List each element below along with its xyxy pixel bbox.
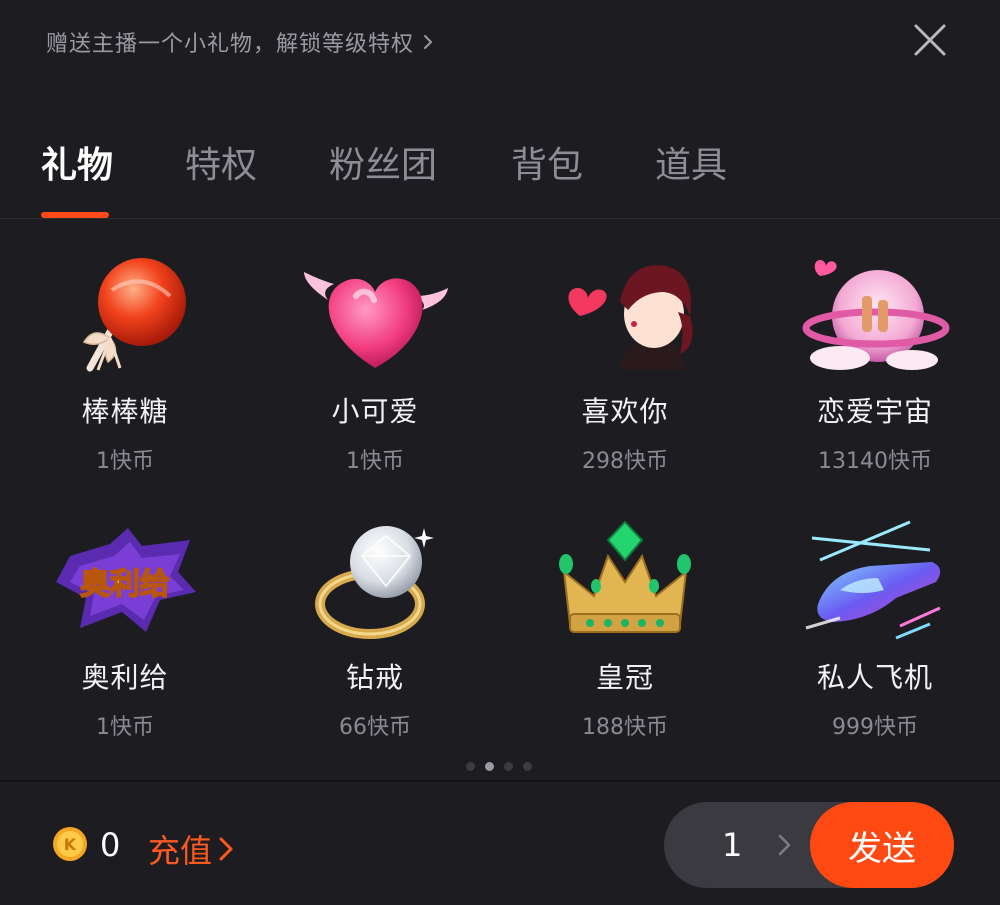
lollipop-icon — [82, 258, 186, 372]
page-dot[interactable] — [523, 762, 532, 771]
tab-backpack[interactable]: 背包 — [511, 136, 583, 188]
gift-price: 188快币 — [582, 715, 668, 740]
kuaibi-coin-icon: K — [53, 827, 87, 861]
gift-name: 私人飞机 — [816, 661, 933, 694]
gift-item-aoligei[interactable]: 奥利给 奥利给 1快币 — [0, 506, 250, 756]
quantity-chevron-icon[interactable] — [776, 832, 794, 858]
winged-heart-icon — [304, 272, 448, 368]
gift-name: 奥利给 — [81, 661, 169, 694]
gift-price: 13140快币 — [818, 449, 932, 474]
gift-item-little-cute[interactable]: 小可爱 1快币 — [250, 240, 500, 490]
send-button[interactable]: 发送 — [810, 802, 954, 888]
gift-price: 1快币 — [96, 715, 154, 740]
tab-gifts[interactable]: 礼物 — [41, 136, 113, 188]
page-indicator — [466, 762, 532, 771]
gift-item-like-you[interactable]: 喜欢你 298快币 — [500, 240, 750, 490]
gift-item-crown[interactable]: 皇冠 188快币 — [500, 506, 750, 756]
gift-name: 恋爱宇宙 — [816, 395, 933, 428]
diamond-ring-icon — [315, 526, 434, 639]
page-dot-active[interactable] — [485, 762, 494, 771]
coin-letter: K — [64, 835, 77, 854]
tab-props[interactable]: 道具 — [655, 136, 727, 188]
gift-name: 棒棒糖 — [81, 395, 169, 428]
gift-item-lollipop[interactable]: 棒棒糖 1快币 — [0, 240, 250, 490]
promo-text: 赠送主播一个小礼物，解锁等级特权 — [46, 32, 415, 57]
aoligei-badge-icon: 奥利给 — [56, 528, 196, 632]
gift-item-private-jet[interactable]: 私人飞机 999快币 — [750, 506, 1000, 756]
footer-divider — [0, 780, 1000, 782]
private-jet-icon — [805, 520, 941, 640]
chevron-right-icon — [219, 837, 233, 861]
page-dot[interactable] — [504, 762, 513, 771]
tab-fan-club[interactable]: 粉丝团 — [329, 136, 437, 188]
gift-price: 999快币 — [832, 715, 918, 740]
active-tab-indicator — [41, 212, 109, 218]
page-dot[interactable] — [466, 762, 475, 771]
recharge-button[interactable]: 充值 — [148, 826, 234, 872]
crown-icon — [559, 520, 691, 633]
gift-price: 1快币 — [96, 449, 154, 474]
gift-price: 298快币 — [582, 449, 668, 474]
gift-name: 喜欢你 — [581, 395, 669, 428]
gift-item-love-universe[interactable]: 恋爱宇宙 13140快币 — [750, 240, 1000, 490]
level-privilege-promo-link[interactable]: 赠送主播一个小礼物，解锁等级特权 — [46, 22, 436, 62]
gift-name: 小可爱 — [331, 395, 419, 428]
recharge-label: 充值 — [148, 832, 213, 870]
close-icon[interactable] — [912, 22, 948, 58]
gift-item-diamond-ring[interactable]: 钻戒 66快币 — [250, 506, 500, 756]
quantity-value[interactable]: 1 — [722, 826, 742, 864]
gift-price: 1快币 — [346, 449, 404, 474]
kiss-heart-icon — [568, 265, 693, 370]
gift-name: 钻戒 — [345, 661, 404, 694]
gift-panel: 赠送主播一个小礼物，解锁等级特权 礼物 特权 粉丝团 背包 道具 棒棒糖 1快币… — [0, 0, 1000, 905]
gift-price: 66快币 — [339, 715, 411, 740]
send-control: 1 发送 — [664, 802, 954, 888]
love-universe-icon — [802, 260, 950, 370]
chevron-right-icon — [424, 35, 433, 49]
gift-name: 皇冠 — [595, 661, 654, 694]
svg-text:奥利给: 奥利给 — [80, 567, 170, 602]
tab-privileges[interactable]: 特权 — [185, 136, 257, 188]
coin-balance: 0 — [100, 826, 121, 864]
tab-bar: 礼物 特权 粉丝团 背包 道具 — [0, 128, 1000, 219]
